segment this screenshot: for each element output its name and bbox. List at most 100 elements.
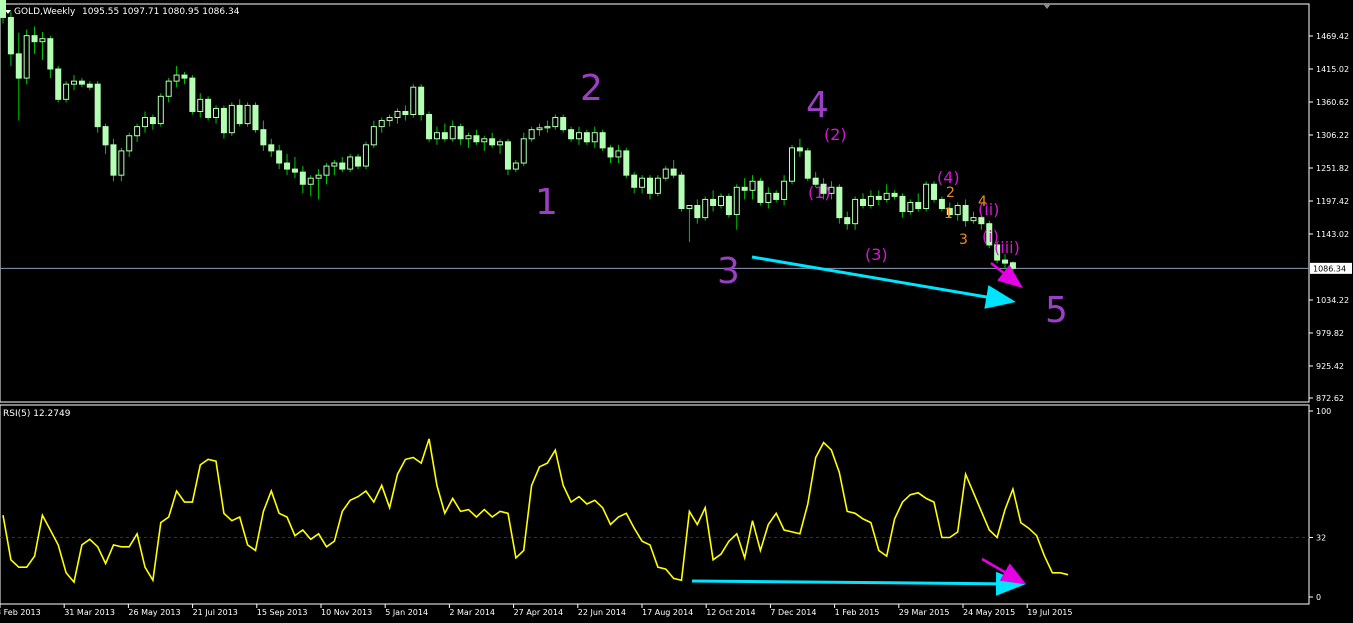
candle-body-down <box>891 192 898 197</box>
candle-body-down <box>110 144 117 176</box>
candle-body-down <box>299 171 306 185</box>
candle-body-down <box>725 195 732 216</box>
candle-body-down <box>260 129 267 146</box>
candle-body-up <box>639 177 646 188</box>
candle-body-down <box>236 104 243 125</box>
candle-body-down <box>875 195 882 200</box>
candle-body-up <box>528 129 535 140</box>
candle-body-down <box>55 68 62 100</box>
wave-label-3: 3 <box>717 251 740 292</box>
candle-body-down <box>504 141 511 170</box>
symbol-label: GOLD,Weekly <box>14 7 76 17</box>
date-label: 31 Mar 2013 <box>64 608 115 617</box>
candle <box>244 102 251 127</box>
candle-body-up <box>118 150 125 176</box>
candle-body-down <box>804 150 811 179</box>
candle-body-down <box>205 98 212 119</box>
candle-body-up <box>142 117 149 128</box>
candle-body-down <box>78 80 85 85</box>
price-tick-label: 872.62 <box>1316 394 1344 403</box>
candle-body-down <box>931 183 938 200</box>
date-label: 22 Jun 2014 <box>578 608 626 617</box>
candle-body-up <box>497 141 504 146</box>
date-label: 15 Sep 2013 <box>257 608 308 617</box>
date-label: 21 Jul 2013 <box>193 608 238 617</box>
chart-root: GOLD,Weekly 1095.55 1097.71 1080.95 1086… <box>0 0 1353 619</box>
candle <box>252 102 259 133</box>
price-tick-label: 1197.42 <box>1316 197 1349 206</box>
candle <box>189 75 196 115</box>
candle-body-up <box>575 132 582 140</box>
candle-body-up <box>197 98 204 112</box>
candle <box>23 29 30 85</box>
candle <box>623 147 630 179</box>
candle-body-up <box>307 177 314 185</box>
candle-body-down <box>607 147 614 158</box>
candle-body-up <box>362 144 369 167</box>
candle-body-down <box>15 53 22 79</box>
candle <box>725 193 732 218</box>
candle-body-down <box>189 77 196 112</box>
wave-label-4: 4 <box>806 85 829 126</box>
candle-body-up <box>126 135 133 152</box>
candle-body-up <box>789 147 795 182</box>
candle-body-down <box>915 201 922 210</box>
candle-body-down <box>1009 262 1016 269</box>
candle-body-down <box>796 147 803 152</box>
candle-body-up <box>867 195 874 206</box>
current-price-tag: 1086.34 <box>1310 262 1352 274</box>
candle <box>931 181 938 203</box>
candle-body-up <box>228 104 235 134</box>
candle-body-down <box>339 162 346 170</box>
candle-body-up <box>465 135 472 140</box>
date-label: 26 May 2013 <box>128 608 180 617</box>
price-tick-label: 925.42 <box>1316 362 1344 371</box>
candle <box>55 65 62 103</box>
candle-body-up <box>323 165 330 176</box>
candle-body-down <box>694 204 701 219</box>
candle-body-down <box>623 150 630 176</box>
candle-body-down <box>670 168 677 176</box>
current-price-tag-text: 1086.34 <box>1313 264 1346 273</box>
wave-label-minor-1: (1) <box>808 183 831 202</box>
date-label: 2 Mar 2014 <box>449 608 495 617</box>
wave-label-1: 1 <box>535 182 558 223</box>
date-label: 19 Jul 2015 <box>1027 608 1072 617</box>
candle <box>804 147 811 182</box>
candle-body-down <box>568 129 575 140</box>
date-label: 24 May 2015 <box>963 608 1015 617</box>
candle-body-up <box>433 132 440 140</box>
candle-body-up <box>923 183 930 210</box>
date-label: 27 Apr 2014 <box>514 608 563 617</box>
candle-body-down <box>741 186 748 191</box>
candle <box>678 172 685 212</box>
price-tick-label: 1251.82 <box>1316 164 1349 173</box>
candle-body-down <box>86 83 93 88</box>
price-tick-label: 1360.62 <box>1316 98 1349 107</box>
candle <box>157 93 164 127</box>
candle-body-up <box>686 204 693 210</box>
candle-body-down <box>47 38 54 70</box>
candle-body-up <box>662 168 669 179</box>
date-label: 7 Dec 2014 <box>770 608 816 617</box>
candle-body-up <box>552 117 559 128</box>
candle <box>560 114 567 133</box>
candle-body-down <box>773 192 780 200</box>
candle-body-up <box>544 126 551 129</box>
candle-body-down <box>844 217 851 225</box>
rsi-tick-label: 0 <box>1316 593 1321 602</box>
candle-body-up <box>615 150 622 158</box>
candle-body-down <box>276 150 283 164</box>
candle-body-up <box>970 217 977 222</box>
candle-body-down <box>181 74 188 79</box>
candle <box>228 102 235 136</box>
candle-body-down <box>402 110 409 116</box>
candle <box>923 181 930 212</box>
candle-body-up <box>749 180 756 191</box>
candle-body-down <box>457 126 464 140</box>
ohlc-text: 1095.55 1097.71 1080.95 1086.34 <box>82 7 240 17</box>
candle <box>410 84 417 118</box>
candle-body-up <box>23 35 30 79</box>
price-tick-label: 979.82 <box>1316 329 1344 338</box>
candle <box>63 81 70 103</box>
